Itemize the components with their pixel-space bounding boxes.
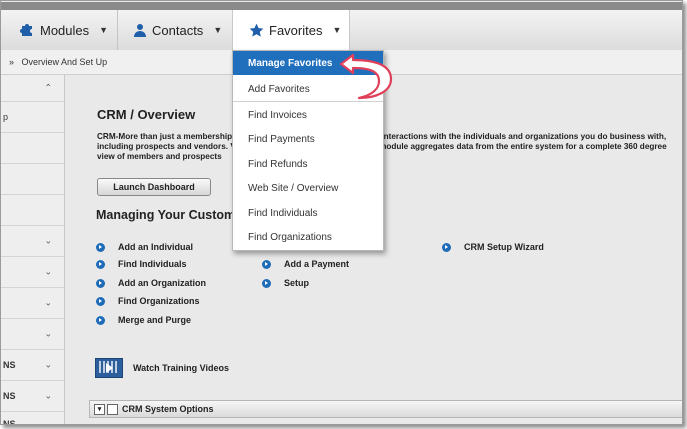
sidebar-item[interactable] — [1, 133, 64, 164]
chevron-down-icon: ▼ — [332, 25, 342, 35]
contacts-menu[interactable]: Contacts ▼ — [133, 10, 222, 50]
app-window: Modules ▼ Contacts ▼ Favorites ▼ » Overv… — [0, 0, 683, 425]
menu-item-find-refunds[interactable]: Find Refunds — [233, 152, 383, 176]
menu-item-web-site-overview[interactable]: Web Site / Overview — [233, 176, 383, 200]
film-icon — [95, 358, 123, 378]
find-individuals-link[interactable]: Find Individuals — [96, 259, 187, 269]
description-line: view of members and prospects — [97, 152, 222, 161]
link-label: Add an Organization — [118, 278, 207, 288]
sidebar-item-label: NS — [3, 419, 16, 425]
description-line: M module aggregates data from the entire… — [370, 142, 667, 151]
top-strip — [1, 2, 682, 10]
sidebar-item-label: p — [3, 112, 9, 122]
link-label: Add a Payment — [284, 259, 350, 269]
favorites-menu[interactable]: Favorites ▼ — [232, 10, 350, 50]
star-icon — [249, 23, 264, 37]
training-videos-link[interactable]: Watch Training Videos — [95, 358, 229, 378]
system-options-label: CRM System Options — [122, 404, 214, 414]
chevron-down-icon[interactable]: ⌄ — [44, 236, 52, 247]
chevron-up-icon[interactable]: ⌃ — [44, 83, 52, 94]
breadcrumb-link[interactable]: Overview And Set Up — [22, 57, 108, 67]
sidebar-item[interactable]: p — [1, 102, 64, 133]
arrow-circle-icon — [96, 259, 105, 269]
arrow-circle-icon — [96, 242, 105, 252]
menu-item-label: Find Payments — [248, 133, 315, 145]
menu-item-label: Add Favorites — [248, 83, 310, 95]
launch-dashboard-button[interactable]: Launch Dashboard — [97, 178, 211, 196]
menu-item-label: Manage Favorites — [248, 57, 333, 69]
find-organizations-link[interactable]: Find Organizations — [96, 296, 200, 306]
sidebar-item[interactable] — [1, 164, 64, 195]
sidebar-item[interactable]: ⌄ — [1, 226, 64, 257]
person-icon — [134, 24, 146, 37]
link-label: Merge and Purge — [118, 315, 192, 325]
menu-item-label: Find Refunds — [248, 158, 308, 170]
section-title: Managing Your Custom — [96, 208, 236, 222]
link-label: Find Organizations — [118, 296, 200, 306]
modules-menu[interactable]: Modules ▼ — [19, 10, 108, 50]
arrow-circle-icon — [96, 296, 105, 306]
chevron-down-icon[interactable]: ⌄ — [44, 329, 52, 340]
chevron-down-icon[interactable]: ⌄ — [44, 267, 52, 278]
nav-divider — [117, 10, 118, 50]
sidebar-item[interactable] — [1, 195, 64, 226]
setup-link[interactable]: Setup — [262, 278, 309, 288]
chevron-down-icon[interactable]: ⌄ — [44, 298, 52, 309]
sidebar-item[interactable]: NS — [1, 412, 64, 425]
menu-item-label: Find Invoices — [248, 109, 307, 121]
training-videos-label: Watch Training Videos — [133, 363, 230, 373]
arrow-circle-icon — [96, 278, 105, 288]
add-payment-link[interactable]: Add a Payment — [262, 259, 349, 269]
chevron-down-icon: ▼ — [99, 25, 109, 35]
add-individual-link[interactable]: Add an Individual — [96, 242, 193, 252]
link-label: Add an Individual — [118, 242, 194, 252]
arrow-circle-icon — [262, 278, 271, 288]
system-options-bar[interactable]: ▾ CRM System Options — [89, 400, 682, 418]
sidebar-collapse-row[interactable]: ⌃ — [1, 75, 64, 102]
top-nav: Modules ▼ Contacts ▼ Favorites ▼ — [1, 2, 682, 51]
sidebar: ⌃ p ⌄ ⌄ ⌄ ⌄ NS ⌄ NS ⌄ NS — [1, 75, 65, 425]
description-line: all interactions with the individuals an… — [370, 132, 667, 141]
sidebar-item[interactable]: ⌄ — [1, 288, 64, 319]
arrow-circle-icon — [442, 242, 451, 252]
menu-item-label: Find Individuals — [248, 207, 318, 219]
window-icon — [107, 403, 118, 415]
page-description-right: all interactions with the individuals an… — [370, 132, 680, 152]
sidebar-item-label: NS — [3, 391, 16, 401]
arrow-circle-icon — [96, 315, 105, 325]
modules-label: Modules — [40, 22, 90, 38]
sidebar-item[interactable]: NS ⌄ — [1, 381, 64, 412]
crm-setup-wizard-link[interactable]: CRM Setup Wizard — [442, 242, 544, 252]
link-label: Find Individuals — [118, 259, 187, 269]
arrow-circle-icon — [262, 259, 271, 269]
puzzle-icon — [20, 24, 32, 36]
favorites-label: Favorites — [269, 22, 323, 38]
menu-item-find-individuals[interactable]: Find Individuals — [233, 201, 383, 225]
sidebar-item[interactable]: NS ⌄ — [1, 350, 64, 381]
merge-purge-link[interactable]: Merge and Purge — [96, 315, 191, 325]
link-label: CRM Setup Wizard — [464, 242, 544, 252]
description-line: including prospects and vendors. — [97, 142, 229, 151]
menu-item-label: Web Site / Overview — [248, 182, 339, 194]
chevron-down-icon: ▼ — [213, 25, 223, 35]
sidebar-item[interactable]: ⌄ — [1, 257, 64, 288]
page-title: CRM / Overview — [97, 107, 196, 122]
expand-icon[interactable]: ▾ — [94, 403, 105, 415]
menu-item-find-payments[interactable]: Find Payments — [233, 127, 383, 151]
chevron-down-icon[interactable]: ⌄ — [44, 391, 52, 402]
contacts-label: Contacts — [152, 22, 204, 38]
curved-arrow-icon — [339, 53, 393, 100]
add-organization-link[interactable]: Add an Organization — [96, 278, 206, 288]
breadcrumb-separator: » — [9, 57, 15, 67]
chevron-down-icon[interactable]: ⌄ — [44, 360, 52, 371]
menu-item-find-organizations[interactable]: Find Organizations — [233, 225, 383, 249]
link-label: Setup — [284, 278, 310, 288]
menu-item-label: Find Organizations — [248, 231, 332, 243]
sidebar-item[interactable]: ⌄ — [1, 319, 64, 350]
sidebar-item-label: NS — [3, 360, 16, 370]
